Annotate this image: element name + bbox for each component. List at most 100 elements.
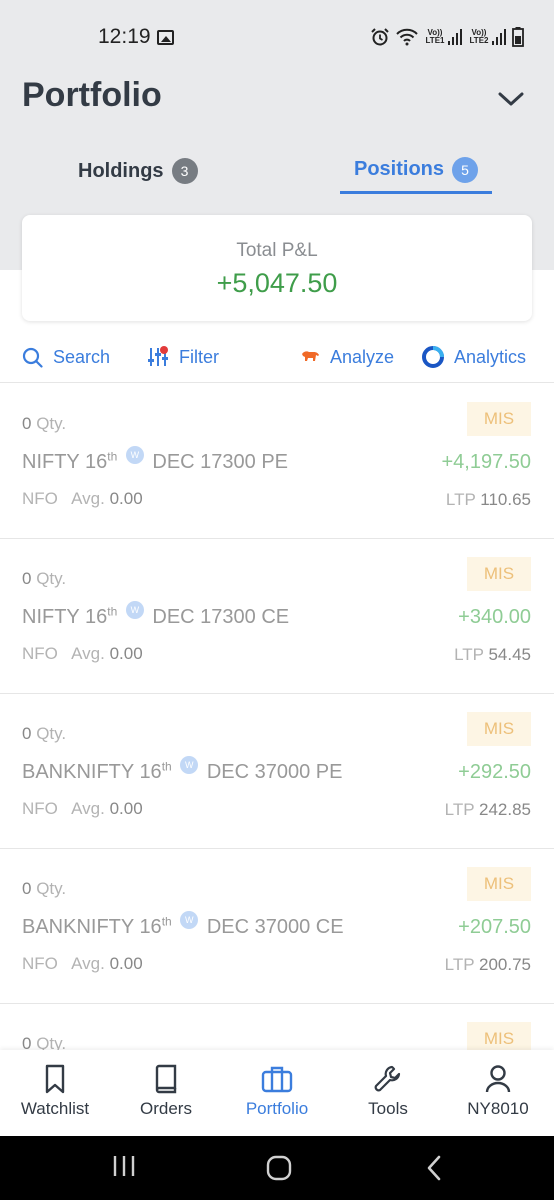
weekly-badge: W: [180, 911, 199, 929]
qty-value: 0: [22, 879, 32, 898]
wrench-icon: [374, 1065, 401, 1092]
bull-icon: [302, 351, 319, 361]
ltp-label: LTP: [454, 645, 484, 664]
avg-label: Avg.: [71, 799, 105, 818]
recents-icon[interactable]: [112, 1154, 136, 1178]
ltp-label: LTP: [445, 490, 476, 509]
position-qty: 0 Qty.: [22, 724, 66, 744]
weekly-badge: W: [180, 756, 199, 774]
product-badge: MIS: [467, 712, 531, 746]
ltp-label: LTP: [444, 800, 475, 819]
analyze-button[interactable]: Analyze: [300, 343, 394, 371]
total-pnl-value: +5,047.50: [216, 268, 338, 298]
expiry-day-suffix: th: [161, 759, 172, 774]
wifi-icon: [396, 28, 418, 46]
page-title: Portfolio: [22, 76, 162, 114]
analytics-label: Analytics: [454, 346, 527, 367]
qty-unit: Qty.: [36, 724, 67, 743]
avg-label: Avg.: [71, 954, 105, 973]
position-pnl: +4,197.50: [441, 451, 531, 473]
analytics-icon: [422, 346, 444, 368]
nav-orders[interactable]: Orders: [111, 1064, 221, 1119]
product-badge: MIS: [467, 867, 531, 901]
product-badge: MIS: [467, 557, 531, 591]
position-row[interactable]: 0 Qty. BANKNIFTY 16th W DEC 37000 PE NFO…: [0, 694, 554, 849]
filter-icon: [148, 346, 168, 366]
underlying: BANKNIFTY: [22, 761, 134, 783]
exchange: NFO: [22, 489, 58, 508]
position-symbol: NIFTY 16th W DEC 17300 CE: [22, 601, 289, 629]
sim2-signal: Vo)) LTE2: [468, 29, 506, 45]
qty-unit: Qty.: [36, 569, 67, 588]
avg-value: 0.00: [109, 644, 143, 663]
qty-unit: Qty.: [36, 414, 67, 433]
chevron-down-icon[interactable]: [496, 84, 526, 114]
position-pnl: +340.00: [458, 606, 531, 628]
ltp-value: 110.65: [480, 490, 531, 509]
position-meta: NFO Avg. 0.00: [22, 489, 143, 509]
position-meta: NFO Avg. 0.00: [22, 954, 143, 974]
analyze-label: Analyze: [330, 346, 395, 367]
expiry-day-suffix: th: [107, 604, 118, 619]
tab-positions[interactable]: Positions 5: [340, 148, 492, 194]
briefcase-icon: [261, 1066, 293, 1093]
position-pnl: +207.50: [458, 916, 531, 938]
nav-tools[interactable]: Tools: [333, 1064, 443, 1119]
expiry-day-suffix: th: [107, 449, 118, 464]
position-ltp: LTP 110.65: [446, 490, 531, 510]
position-meta: NFO Avg. 0.00: [22, 799, 143, 819]
contract: DEC 17300 PE: [152, 451, 289, 473]
avg-label: Avg.: [71, 489, 105, 508]
exchange: NFO: [22, 799, 58, 818]
expiry-day: 16: [139, 761, 162, 783]
ltp-value: 200.75: [479, 955, 531, 974]
tab-holdings-label: Holdings: [78, 159, 164, 182]
sim1-signal: Vo)) LTE1: [424, 29, 462, 45]
signal-icon: [448, 29, 462, 45]
nav-portfolio[interactable]: Portfolio: [222, 1064, 332, 1119]
position-meta: NFO Avg. 0.00: [22, 644, 143, 664]
analytics-button[interactable]: Analytics: [422, 343, 526, 371]
status-time: 12:19: [98, 25, 151, 48]
underlying: NIFTY: [22, 606, 80, 628]
position-ltp: LTP 200.75: [445, 955, 531, 975]
weekly-badge: W: [125, 446, 144, 464]
nav-watchlist[interactable]: Watchlist: [0, 1064, 110, 1119]
user-icon: [485, 1065, 511, 1093]
position-qty: 0 Qty.: [22, 569, 66, 589]
position-row[interactable]: 0 Qty. NIFTY 16th W DEC 17300 PE NFO Avg…: [0, 384, 554, 539]
weekly-badge: W: [125, 601, 144, 619]
tab-holdings[interactable]: Holdings 3: [78, 148, 198, 194]
back-icon[interactable]: [424, 1154, 444, 1182]
alarm-icon: [371, 28, 389, 46]
position-ltp: LTP 242.85: [445, 800, 531, 820]
position-qty: 0 Qty.: [22, 414, 66, 434]
filter-button[interactable]: Filter: [147, 343, 219, 371]
bookmark-icon: [45, 1064, 65, 1094]
avg-value: 0.00: [109, 954, 143, 973]
search-label: Search: [53, 346, 111, 367]
expiry-day: 16: [139, 916, 162, 938]
contract: DEC 37000 PE: [206, 761, 343, 783]
contract: DEC 17300 CE: [152, 606, 290, 628]
search-icon: [22, 347, 43, 368]
book-icon: [155, 1064, 177, 1094]
avg-label: Avg.: [71, 644, 105, 663]
position-ltp: LTP 54.45: [454, 645, 531, 665]
status-icons: Vo)) LTE1 Vo)) LTE2: [370, 26, 524, 48]
nav-portfolio-label: Portfolio: [245, 1099, 309, 1118]
home-icon[interactable]: [265, 1154, 293, 1182]
tab-positions-label: Positions: [353, 158, 444, 180]
battery-icon: [512, 27, 524, 47]
position-row[interactable]: 0 Qty. NIFTY 16th W DEC 17300 CE NFO Avg…: [0, 539, 554, 694]
position-row[interactable]: 0 Qty. BANKNIFTY 16th W DEC 37000 CE NFO…: [0, 849, 554, 1004]
sim1-label: Vo)) LTE1: [425, 28, 445, 45]
status-bar: 12:19 Vo)) LTE1 Vo)) LTE2: [0, 0, 554, 70]
expiry-day: 16: [84, 451, 108, 473]
nav-account[interactable]: NY8010: [443, 1064, 553, 1119]
position-symbol: BANKNIFTY 16th W DEC 37000 PE: [22, 756, 342, 784]
contract: DEC 37000 CE: [206, 916, 344, 938]
search-button[interactable]: Search: [22, 343, 110, 371]
expiry-day-suffix: th: [161, 914, 172, 929]
product-badge: MIS: [467, 402, 531, 436]
